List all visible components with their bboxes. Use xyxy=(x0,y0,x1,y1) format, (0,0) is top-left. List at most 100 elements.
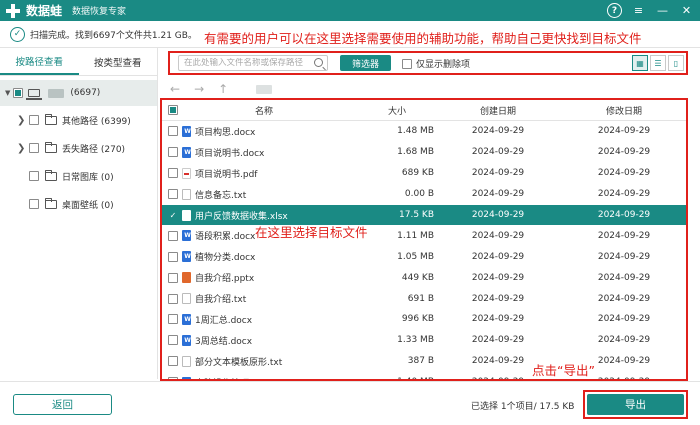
row-checkbox[interactable] xyxy=(168,147,178,158)
row-checkbox[interactable]: ✓ xyxy=(168,210,178,220)
only-deleted-label: 仅显示删除项 xyxy=(416,60,471,70)
table-row[interactable]: 语段积累.docx 1.11 MB 2024-09-29 2024-09-29 xyxy=(162,225,686,246)
file-size: 17.5 KB xyxy=(399,210,434,220)
file-size: 1.68 MB xyxy=(397,147,434,158)
table-row[interactable]: 1周汇总.docx 996 KB 2024-09-29 2024-09-29 xyxy=(162,309,686,330)
file-created-date: 2024-09-29 xyxy=(471,293,525,304)
chevron-right-icon[interactable]: ❯ xyxy=(17,115,29,126)
help-icon[interactable]: ? xyxy=(607,3,622,18)
row-checkbox[interactable] xyxy=(168,168,178,179)
minimize-icon[interactable]: — xyxy=(655,3,670,18)
folder-icon xyxy=(45,113,57,125)
up-arrow-icon[interactable]: ↑ xyxy=(218,82,228,96)
table-row[interactable]: 项目说明书.docx 1.68 MB 2024-09-29 2024-09-29 xyxy=(162,142,686,163)
column-header-size[interactable]: 大小 xyxy=(360,104,434,117)
tab-by-path[interactable]: 按路径查看 xyxy=(0,48,79,75)
list-view-icon[interactable]: ☰ xyxy=(650,55,666,71)
tree-item-desktop-wallpaper[interactable]: ❯ 桌面壁纸 (0) xyxy=(0,190,157,218)
file-modified-date: 2024-09-29 xyxy=(597,210,651,220)
annotation-middle: 在这里选择目标文件 xyxy=(255,225,368,240)
search-box[interactable] xyxy=(178,55,328,71)
powerpoint-file-icon xyxy=(182,272,191,284)
file-size: 449 KB xyxy=(401,272,434,283)
current-path-redacted xyxy=(256,84,273,94)
filter-button[interactable]: 筛选器 xyxy=(340,55,391,71)
annotation-top: 有需要的用户可以在这里选择需要使用的辅助功能，帮助自己更快找到目标文件 xyxy=(204,31,642,46)
table-row[interactable]: 信息备忘.txt 0.00 B 2024-09-29 2024-09-29 xyxy=(162,184,686,205)
file-modified-date: 2024-09-29 xyxy=(597,293,651,304)
table-row[interactable]: 自我介绍.txt 691 B 2024-09-29 2024-09-29 xyxy=(162,288,686,309)
tree-item-checkbox[interactable] xyxy=(29,115,39,125)
row-checkbox[interactable] xyxy=(168,335,178,346)
file-size: 691 B xyxy=(407,293,434,304)
table-header: 名称 大小 创建日期 修改日期 xyxy=(162,100,686,121)
column-header-modified[interactable]: 修改日期 xyxy=(562,104,686,117)
grid-view-icon[interactable]: ▦ xyxy=(632,55,648,71)
file-name: 1周汇总.docx xyxy=(195,315,253,326)
selection-info: 已选择 1个项目/ 17.5 KB xyxy=(471,402,575,412)
file-name: 自我介绍.txt xyxy=(195,295,247,306)
table-row[interactable]: 植物分类.docx 1.05 MB 2024-09-29 2024-09-29 xyxy=(162,246,686,267)
file-created-date: 2024-09-29 xyxy=(471,251,525,262)
only-deleted-checkbox[interactable] xyxy=(402,58,412,69)
table-row[interactable]: 3周总结.docx 1.33 MB 2024-09-29 2024-09-29 xyxy=(162,330,686,351)
row-checkbox[interactable] xyxy=(168,251,178,262)
tree-item-daily-gallery[interactable]: ❯ 日常图库 (0) xyxy=(0,162,157,190)
row-checkbox[interactable] xyxy=(168,126,178,137)
table-row[interactable]: 项目构思.docx 1.48 MB 2024-09-29 2024-09-29 xyxy=(162,121,686,142)
path-navigation: ← → ↑ xyxy=(170,82,273,96)
tree-item-checkbox[interactable] xyxy=(29,199,39,209)
column-header-name[interactable]: 名称 xyxy=(255,104,273,117)
close-icon[interactable]: ✕ xyxy=(679,3,694,18)
file-size: 1.05 MB xyxy=(397,251,434,262)
row-checkbox[interactable] xyxy=(168,189,178,200)
menu-icon[interactable]: ≡ xyxy=(631,3,646,18)
file-name: 语段积累.docx xyxy=(195,232,256,243)
back-button[interactable]: 返回 xyxy=(13,394,112,415)
tree-item-lost-path[interactable]: ❯ 丢失路径 (270) xyxy=(0,134,157,162)
tree-item-label: 丢失路径 (270) xyxy=(62,144,126,155)
file-name: 植物分类.docx xyxy=(195,253,256,264)
row-checkbox[interactable] xyxy=(168,356,178,367)
file-name: 项目说明书.docx xyxy=(195,148,265,159)
only-deleted-toggle[interactable]: 仅显示删除项 xyxy=(402,57,470,70)
table-row[interactable]: 电脑操作技巧.docx1.40 MB2024-09-292024-09-29 xyxy=(162,372,686,379)
title-bar: 数据蛙 数据恢复专家 ? ≡ — ✕ xyxy=(0,0,700,21)
back-arrow-icon[interactable]: ← xyxy=(170,82,180,96)
tree-item-checkbox[interactable] xyxy=(29,143,39,153)
tree-item-checkbox[interactable] xyxy=(29,171,39,181)
table-row[interactable]: 部分文本模板原形.txt 387 B 2024-09-29 2024-09-29 xyxy=(162,351,686,372)
file-modified-date: 2024-09-29 xyxy=(597,314,651,325)
tree-item-label: 其他路径 (6399) xyxy=(62,116,131,127)
tab-by-type[interactable]: 按类型查看 xyxy=(79,48,158,75)
select-all-checkbox[interactable] xyxy=(168,105,178,115)
row-checkbox[interactable] xyxy=(168,293,178,304)
row-checkbox[interactable] xyxy=(168,230,178,241)
file-modified-date: 2024-09-29 xyxy=(597,251,651,262)
logo-cross-icon xyxy=(6,3,20,18)
detail-view-icon[interactable]: ▯ xyxy=(668,55,684,71)
export-button[interactable]: 导出 xyxy=(587,394,684,415)
tree-root[interactable]: ▼ (6697) xyxy=(0,80,157,106)
file-created-date: 2024-09-29 xyxy=(471,335,525,346)
tree-item-other-path[interactable]: ❯ 其他路径 (6399) xyxy=(0,106,157,134)
chevron-right-icon[interactable]: ❯ xyxy=(17,143,29,154)
search-icon[interactable] xyxy=(314,58,323,67)
tree-root-checkbox[interactable] xyxy=(13,88,24,98)
table-row[interactable]: 项目说明书.pdf 689 KB 2024-09-29 2024-09-29 xyxy=(162,163,686,184)
file-name: 项目构思.docx xyxy=(195,127,256,138)
table-row[interactable]: 自我介绍.pptx 449 KB 2024-09-29 2024-09-29 xyxy=(162,267,686,288)
file-created-date: 2024-09-29 xyxy=(471,147,525,158)
file-modified-date: 2024-09-29 xyxy=(597,272,651,283)
file-size: 1.11 MB xyxy=(397,230,434,241)
row-checkbox[interactable] xyxy=(168,272,178,283)
table-row[interactable]: ✓ 用户反馈数据收集.xlsx 17.5 KB 2024-09-29 2024-09-2… xyxy=(162,204,686,226)
forward-arrow-icon[interactable]: → xyxy=(194,82,204,96)
triangle-down-icon[interactable]: ▼ xyxy=(5,89,10,97)
file-modified-date: 2024-09-29 xyxy=(597,230,651,241)
row-checkbox[interactable] xyxy=(168,314,178,325)
word-file-icon xyxy=(182,146,192,158)
file-table: 名称 大小 创建日期 修改日期 项目构思.docx 1.48 MB 2024-09-… xyxy=(160,98,688,381)
search-input[interactable] xyxy=(184,58,312,68)
column-header-created[interactable]: 创建日期 xyxy=(434,104,562,117)
